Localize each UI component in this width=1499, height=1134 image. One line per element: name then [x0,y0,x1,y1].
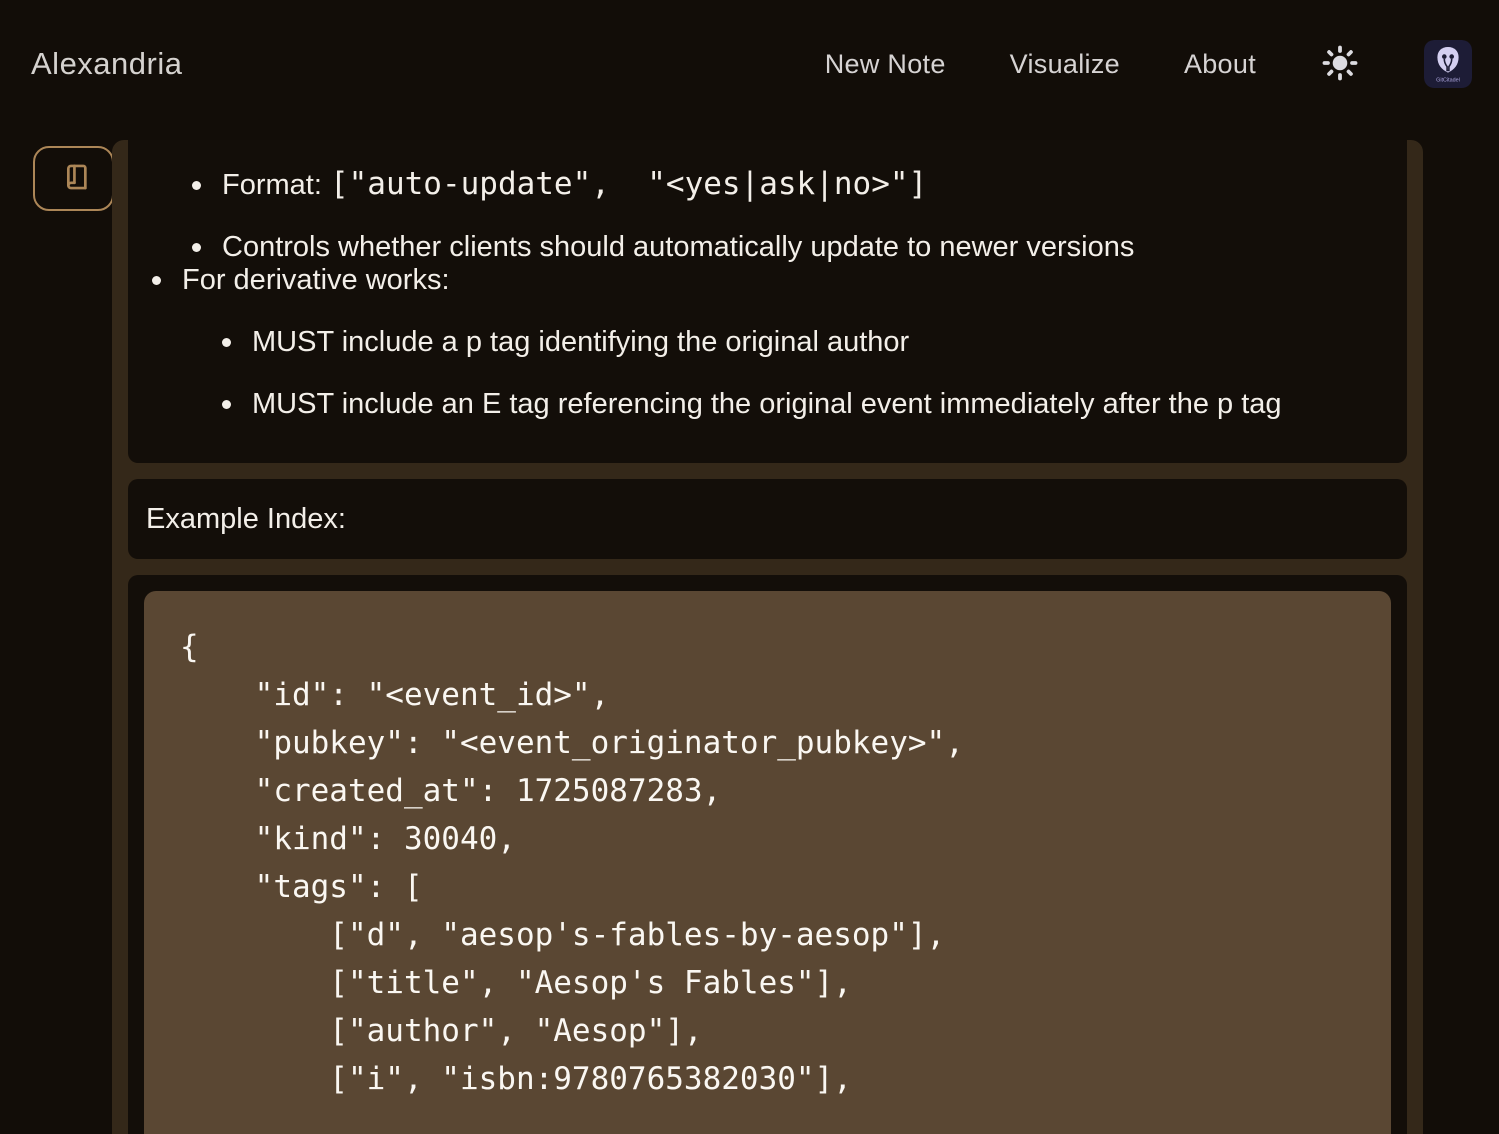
bullet-dot [222,400,231,409]
navbar: Alexandria New Note Visualize About [0,0,1499,128]
book-icon [57,160,91,197]
page: Alexandria New Note Visualize About [0,0,1499,1134]
svg-text:GitCitadel: GitCitadel [1436,78,1460,84]
spec-list: Format: ["auto-update", "<yes|ask|no>"] … [152,169,1353,421]
code-line: ["author", "Aesop"], [180,1007,1355,1055]
bullet-dot [192,243,201,252]
spec-sublist-must: MUST include a p tag identifying the ori… [222,326,1353,421]
nav-link-visualize[interactable]: Visualize [1010,49,1120,80]
bullet-dot [192,181,201,190]
app-title: Alexandria [31,46,182,82]
nav-link-about[interactable]: About [1184,49,1256,80]
bullet-must-p-tag: MUST include a p tag identifying the ori… [222,326,1353,359]
content-panel: Format: ["auto-update", "<yes|ask|no>"] … [112,140,1423,1134]
bullet-derivative-works: For derivative works: MUST include a p t… [152,264,1353,421]
theme-toggle-button[interactable] [1320,44,1360,84]
bullet-format: Format: ["auto-update", "<yes|ask|no>"] [192,169,1353,202]
code-line: { [180,623,1355,671]
code-line: "pubkey": "<event_originator_pubkey>", [180,719,1355,767]
spec-card: Format: ["auto-update", "<yes|ask|no>"] … [128,140,1407,463]
table-of-contents-button[interactable] [33,146,114,211]
gitcitadel-logo[interactable]: GitCitadel [1424,40,1472,88]
code-line: "id": "<event_id>", [180,671,1355,719]
code-line: ["i", "isbn:9780765382030"], [180,1055,1355,1103]
example-index-card: Example Index: [128,479,1407,559]
json-code-block[interactable]: { "id": "<event_id>", "pubkey": "<event_… [144,591,1391,1134]
bullet-must-e-tag: MUST include an E tag referencing the or… [222,388,1353,421]
bullet-dot [222,338,231,347]
code-line: "kind": 30040, [180,815,1355,863]
code-line: "created_at": 1725087283, [180,767,1355,815]
code-line: ["d", "aesop's-fables-by-aesop"], [180,911,1355,959]
bullet-dot [152,276,161,285]
nav-link-new-note[interactable]: New Note [825,49,946,80]
inline-code-format: ["auto-update", "<yes|ask|no>"] [330,166,927,202]
code-line: "tags": [ [180,863,1355,911]
code-card: { "id": "<event_id>", "pubkey": "<event_… [128,575,1407,1134]
spec-sublist-format: Format: ["auto-update", "<yes|ask|no>"] … [192,169,1353,264]
nav-links: New Note Visualize About [825,40,1472,88]
sun-icon [1321,44,1359,85]
example-index-label: Example Index: [146,503,346,536]
bullet-controls: Controls whether clients should automati… [192,231,1353,264]
code-line: ["title", "Aesop's Fables"], [180,959,1355,1007]
